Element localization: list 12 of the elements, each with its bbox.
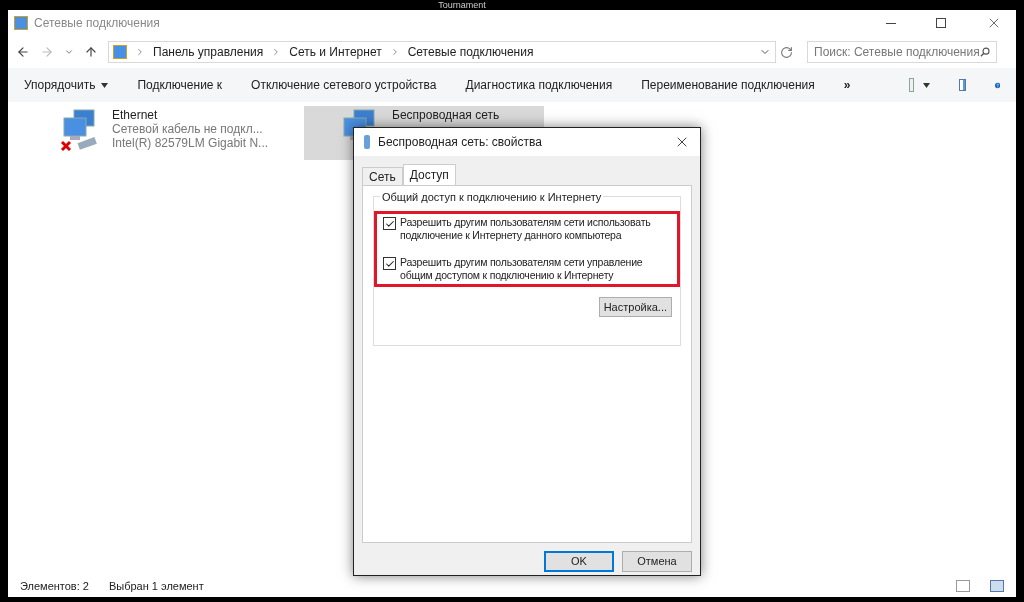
status-text: Элементов: 2: [20, 578, 89, 594]
connection-status: Сетевой кабель не подкл...: [112, 122, 264, 136]
dialog-title: Беспроводная сеть: свойства: [378, 134, 543, 151]
group-title: Общий доступ к подключению к Интернету: [380, 189, 604, 206]
connection-name: Беспроводная сеть: [392, 108, 500, 122]
checkbox-label: Разрешить другим пользователям сети управление общим доступом к подключению к Интернету: [400, 256, 644, 282]
connection-device: Intel(R) 82579LM Gigabit N...: [112, 136, 269, 150]
status-text: Выбран 1 элемент: [108, 578, 204, 594]
connection-name: Ethernet: [112, 108, 159, 122]
checkbox-label: Разрешить другим пользователям сети использовать подключение к Интернету данного компьютера: [400, 216, 652, 242]
window-title: Сетевые подключения: [34, 15, 160, 32]
caption-text: Tournament: [438, 0, 486, 10]
